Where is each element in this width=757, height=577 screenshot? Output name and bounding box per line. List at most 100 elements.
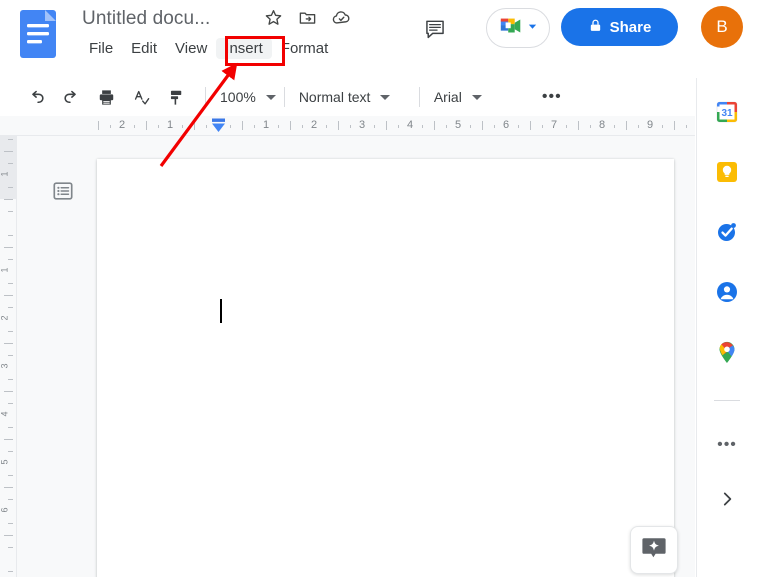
vertical-ruler-tick bbox=[8, 259, 13, 260]
vertical-ruler-tick bbox=[4, 247, 13, 248]
share-button-label: Share bbox=[609, 18, 652, 36]
undo-button[interactable] bbox=[22, 83, 50, 111]
left-indent-marker[interactable] bbox=[211, 118, 226, 134]
ruler-tick bbox=[110, 125, 111, 128]
side-panel-more-button[interactable]: ••• bbox=[711, 429, 743, 461]
share-button[interactable]: Share bbox=[561, 8, 678, 46]
ruler-tick bbox=[158, 125, 159, 128]
ruler-tick bbox=[482, 121, 483, 130]
font-family-value: Arial bbox=[433, 89, 462, 105]
ruler-tick bbox=[242, 121, 243, 130]
chevron-down-icon bbox=[265, 94, 276, 100]
vertical-ruler-tick bbox=[8, 163, 13, 164]
font-family-control[interactable]: Arial bbox=[428, 89, 538, 105]
ruler-tick bbox=[434, 121, 435, 130]
document-outline-icon[interactable] bbox=[48, 176, 78, 206]
ruler-number: 6 bbox=[502, 119, 510, 131]
menu-item-format[interactable]: Format bbox=[272, 38, 338, 59]
vertical-ruler-number: 5 bbox=[0, 459, 10, 465]
paragraph-style-control[interactable]: Normal text bbox=[293, 89, 411, 105]
google-maps-icon[interactable] bbox=[711, 336, 743, 368]
google-tasks-icon[interactable] bbox=[711, 216, 743, 248]
chevron-down-icon bbox=[527, 19, 538, 37]
ruler-tick bbox=[530, 121, 531, 130]
menu-item-file[interactable]: File bbox=[80, 38, 122, 59]
ruler-number: 4 bbox=[406, 119, 414, 131]
app-header: Untitled docu... File Edit View Insert F… bbox=[0, 0, 757, 78]
lock-icon bbox=[588, 18, 603, 37]
gemini-assistant-button[interactable] bbox=[630, 526, 678, 574]
menu-item-insert[interactable]: Insert bbox=[216, 38, 272, 59]
vertical-ruler-tick bbox=[8, 571, 13, 572]
header-divider bbox=[0, 77, 695, 78]
document-page[interactable] bbox=[97, 159, 674, 577]
google-contacts-icon[interactable] bbox=[711, 276, 743, 308]
vertical-ruler-tick bbox=[8, 283, 13, 284]
ruler-tick bbox=[350, 125, 351, 128]
vertical-ruler-tick bbox=[4, 295, 13, 296]
menu-item-edit[interactable]: Edit bbox=[122, 38, 166, 59]
vertical-ruler-tick bbox=[8, 523, 13, 524]
zoom-control[interactable]: 100% bbox=[214, 89, 276, 105]
gemini-spark-icon bbox=[641, 535, 667, 566]
vertical-ruler-tick bbox=[8, 427, 13, 428]
ruler-number: 5 bbox=[454, 119, 462, 131]
chevron-right-icon[interactable] bbox=[711, 483, 743, 515]
redo-button[interactable] bbox=[57, 83, 85, 111]
google-keep-icon[interactable] bbox=[711, 156, 743, 188]
chevron-down-icon bbox=[380, 94, 391, 100]
ruler-tick bbox=[638, 125, 639, 128]
document-title[interactable]: Untitled docu... bbox=[80, 6, 212, 32]
print-button[interactable] bbox=[92, 83, 120, 111]
ruler-tick bbox=[686, 125, 687, 128]
ruler-tick bbox=[614, 125, 615, 128]
move-to-folder-icon[interactable] bbox=[296, 6, 318, 28]
vertical-ruler-margin bbox=[0, 136, 16, 199]
vertical-ruler-tick bbox=[8, 379, 13, 380]
vertical-ruler-tick bbox=[4, 199, 13, 200]
vertical-ruler-tick bbox=[4, 487, 13, 488]
horizontal-ruler[interactable]: 2 1 1 2 3 4 5 6 7 8 9 bbox=[0, 116, 695, 136]
ruler-tick bbox=[230, 125, 231, 128]
ruler-tick bbox=[134, 125, 135, 128]
ruler-tick bbox=[182, 125, 183, 128]
docs-logo-icon[interactable] bbox=[18, 8, 58, 60]
ruler-number: 2 bbox=[310, 119, 318, 131]
vertical-ruler[interactable]: 1 1 2 3 4 5 6 bbox=[0, 136, 17, 577]
formatting-toolbar: 100% Normal text Arial ••• bbox=[0, 78, 695, 116]
more-options-button[interactable]: ••• bbox=[538, 83, 566, 111]
text-caret bbox=[220, 299, 222, 323]
comment-history-icon[interactable] bbox=[420, 14, 450, 44]
document-title-row: Untitled docu... bbox=[80, 4, 212, 34]
cloud-saved-icon[interactable] bbox=[330, 6, 352, 28]
paragraph-style-value: Normal text bbox=[298, 89, 371, 105]
ruler-tick bbox=[98, 121, 99, 130]
ruler-tick bbox=[278, 125, 279, 128]
vertical-ruler-tick bbox=[8, 211, 13, 212]
ruler-tick bbox=[674, 121, 675, 130]
google-meet-button[interactable] bbox=[486, 8, 550, 48]
ruler-number: 1 bbox=[262, 119, 270, 131]
more-options-label: ••• bbox=[541, 88, 562, 105]
ruler-tick bbox=[518, 125, 519, 128]
vertical-ruler-tick bbox=[8, 187, 13, 188]
paint-format-icon[interactable] bbox=[162, 83, 190, 111]
ruler-tick bbox=[626, 121, 627, 130]
menu-item-view[interactable]: View bbox=[166, 38, 216, 59]
star-icon[interactable] bbox=[262, 6, 284, 28]
vertical-ruler-tick bbox=[4, 151, 13, 152]
avatar[interactable]: B bbox=[701, 6, 743, 48]
ruler-number: 8 bbox=[598, 119, 606, 131]
google-calendar-icon[interactable]: 31 bbox=[711, 96, 743, 128]
spellcheck-icon[interactable] bbox=[127, 83, 155, 111]
ruler-tick bbox=[542, 125, 543, 128]
toolbar-divider bbox=[283, 87, 285, 107]
side-panel-more-label: ••• bbox=[717, 436, 737, 453]
ruler-number: 1 bbox=[166, 119, 174, 131]
ruler-tick bbox=[146, 121, 147, 130]
vertical-ruler-number: 3 bbox=[0, 363, 10, 369]
vertical-scrollbar[interactable] bbox=[681, 136, 695, 577]
google-apps-side-panel: 31 ••• bbox=[696, 78, 757, 577]
ruler-tick bbox=[326, 125, 327, 128]
vertical-ruler-number: 1 bbox=[0, 267, 10, 273]
